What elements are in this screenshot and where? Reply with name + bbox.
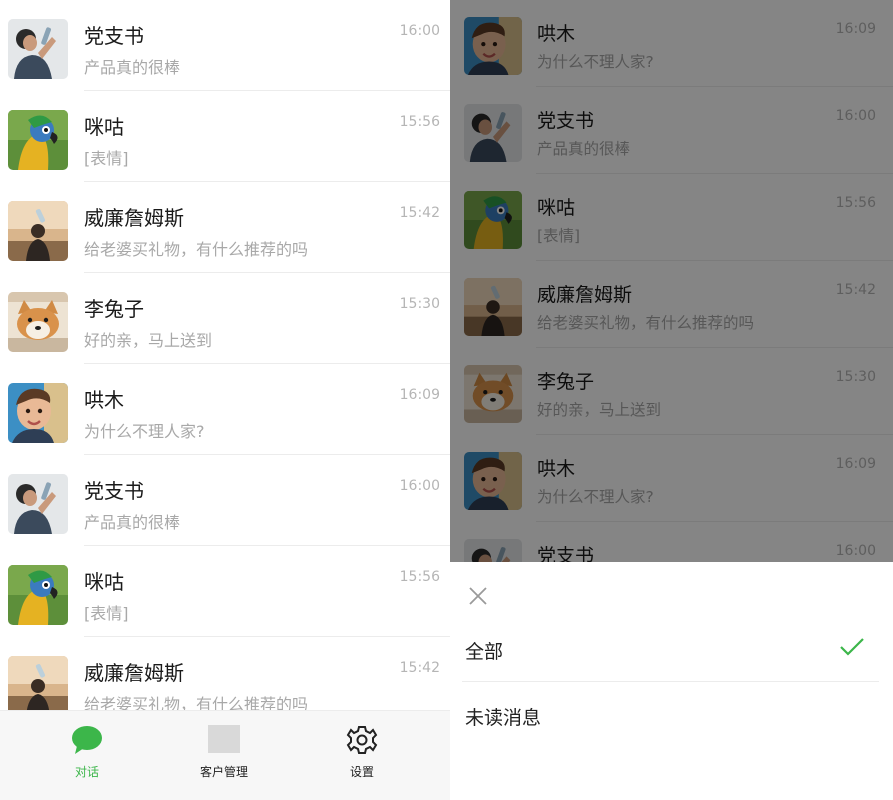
- tab-label: 对话: [74, 765, 99, 779]
- contact-name: 哄木: [84, 388, 124, 412]
- last-message: 为什么不理人家?: [84, 422, 205, 441]
- contact-name: 党支书: [84, 24, 144, 48]
- message-time: 15:56: [399, 114, 440, 130]
- modal-backdrop[interactable]: [450, 0, 893, 562]
- contact-avatar: [8, 565, 68, 625]
- option-label: 未读消息: [465, 707, 542, 729]
- last-message: [表情]: [84, 604, 129, 623]
- chat-list-filter-screen: 哄木 为什么不理人家? 16:09 党支书 产品真的很棒 16:00 咪咕 [表…: [450, 0, 893, 800]
- message-time: 15:42: [399, 205, 440, 221]
- contact-avatar: [8, 201, 68, 261]
- contact-name: 咪咕: [84, 115, 124, 139]
- filter-action-sheet: 全部 未读消息: [450, 562, 893, 800]
- message-time: 16:00: [399, 23, 440, 39]
- contact-name: 咪咕: [84, 570, 124, 594]
- contact-avatar: [8, 19, 68, 79]
- filter-option-unread[interactable]: 未读消息: [450, 682, 893, 748]
- customer-placeholder-icon: [208, 725, 240, 753]
- contact-name: 党支书: [84, 479, 144, 503]
- chat-row[interactable]: 咪咕 [表情] 15:56: [0, 546, 450, 637]
- tab-customer-management[interactable]: 客户管理: [149, 711, 299, 800]
- tab-conversations[interactable]: 对话: [12, 711, 162, 800]
- contact-avatar: [8, 656, 68, 716]
- message-time: 15:56: [399, 569, 440, 585]
- filter-option-all[interactable]: 全部: [450, 616, 893, 682]
- last-message: [表情]: [84, 149, 129, 168]
- tab-label: 客户管理: [199, 765, 248, 779]
- last-message: 给老婆买礼物，有什么推荐的吗: [84, 240, 309, 259]
- message-time: 15:42: [399, 660, 440, 676]
- chat-row[interactable]: 党支书 产品真的很棒 16:00: [0, 455, 450, 546]
- contact-name: 威廉詹姆斯: [84, 661, 184, 685]
- last-message: 产品真的很棒: [84, 513, 181, 532]
- chat-list-screen: 党支书 产品真的很棒 16:00 咪咕 [表情] 15:56 威廉詹姆斯 给老婆…: [0, 0, 450, 800]
- chat-row[interactable]: 李兔子 好的亲，马上送到 15:30: [0, 273, 450, 364]
- chat-row[interactable]: 党支书 产品真的很棒 16:00: [0, 0, 450, 91]
- gear-icon: [346, 726, 378, 754]
- contact-avatar: [8, 383, 68, 443]
- last-message: 好的亲，马上送到: [84, 331, 213, 350]
- message-time: 15:30: [399, 296, 440, 312]
- option-label: 全部: [465, 641, 504, 663]
- contact-avatar: [8, 292, 68, 352]
- chat-row[interactable]: 哄木 为什么不理人家? 16:09: [0, 364, 450, 455]
- last-message: 产品真的很棒: [84, 58, 181, 77]
- contact-avatar: [8, 474, 68, 534]
- bottom-tab-bar: 对话 客户管理 设置: [0, 710, 450, 800]
- chat-row[interactable]: 咪咕 [表情] 15:56: [0, 91, 450, 182]
- message-time: 16:09: [399, 387, 440, 403]
- conversation-list[interactable]: 党支书 产品真的很棒 16:00 咪咕 [表情] 15:56 威廉詹姆斯 给老婆…: [0, 0, 450, 728]
- tab-label: 设置: [349, 765, 374, 779]
- contact-avatar: [8, 110, 68, 170]
- contact-name: 李兔子: [84, 297, 144, 321]
- checkmark-icon: [840, 638, 864, 656]
- tab-settings[interactable]: 设置: [287, 711, 437, 800]
- contact-name: 威廉詹姆斯: [84, 206, 184, 230]
- chat-bubble-icon: [72, 726, 102, 754]
- close-icon[interactable]: [466, 584, 490, 608]
- chat-row[interactable]: 威廉詹姆斯 给老婆买礼物，有什么推荐的吗 15:42: [0, 182, 450, 273]
- message-time: 16:00: [399, 478, 440, 494]
